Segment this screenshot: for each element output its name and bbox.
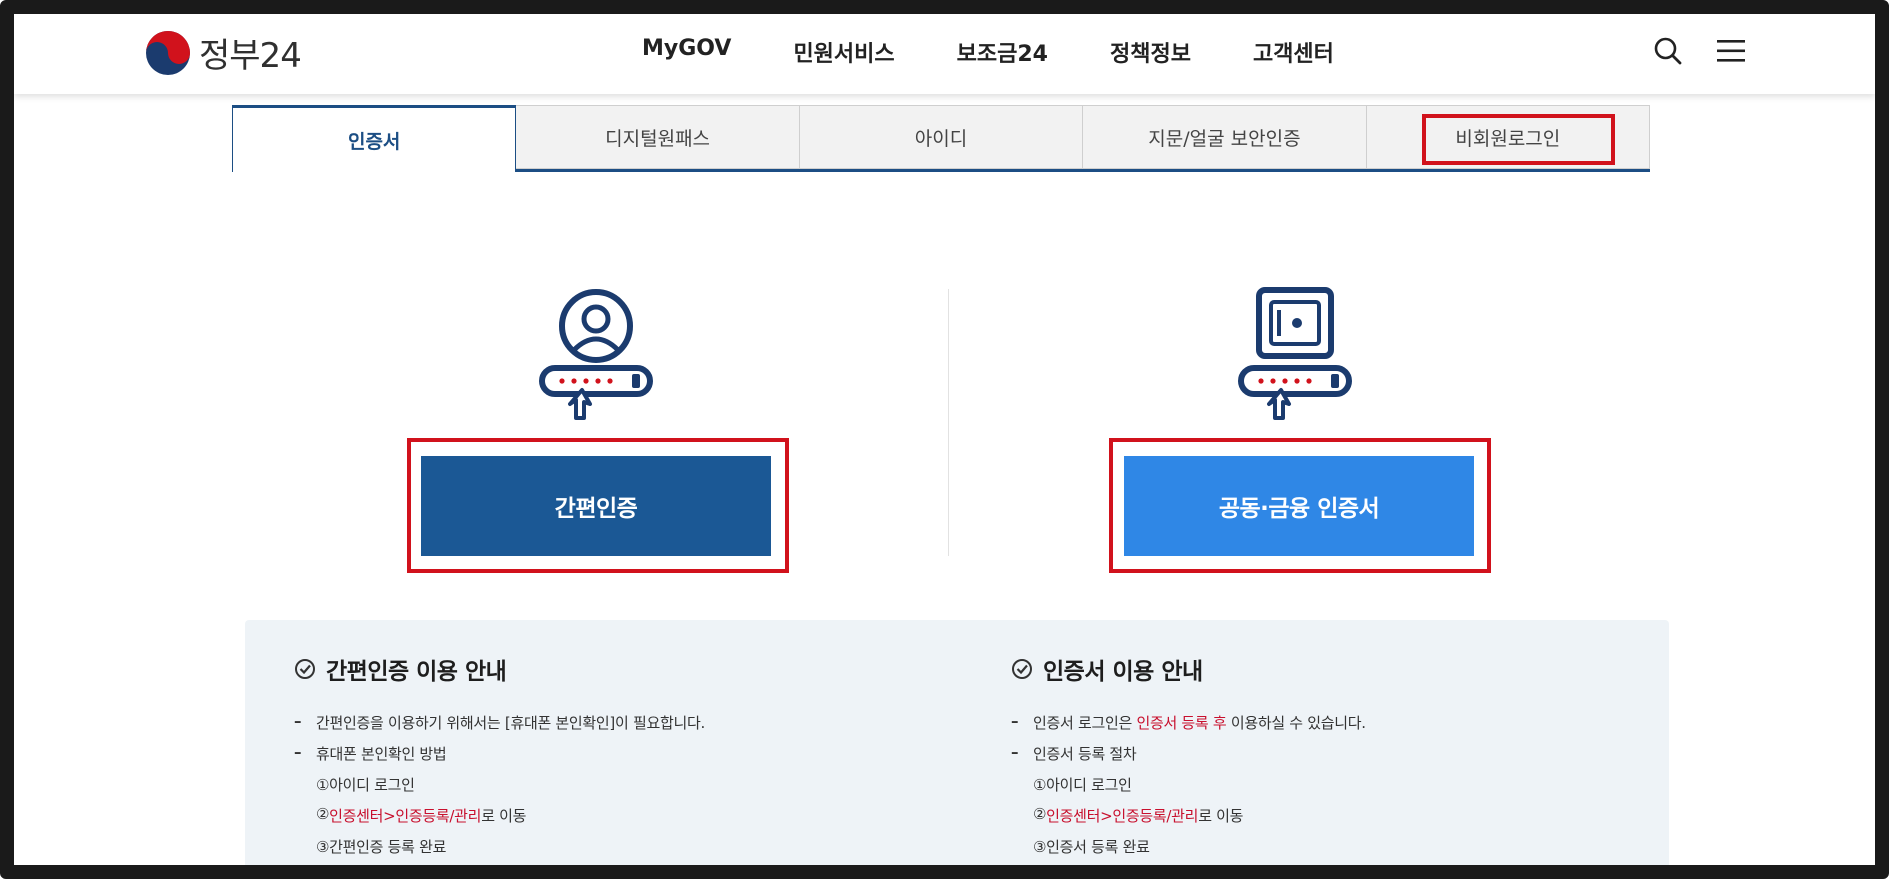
search-icon[interactable]: [1653, 36, 1683, 66]
tab-biometric-auth[interactable]: 지문/얼굴 보안인증: [1083, 105, 1367, 169]
info-line: – 아래와 같은 간편인증서비스를 지원합니다.: [294, 867, 934, 879]
tab-digital-onepass[interactable]: 디지털원패스: [516, 105, 800, 169]
info-text: ②: [1033, 805, 1047, 823]
info-text: ③인증서 등록 완료: [1033, 838, 1150, 856]
safe-password-icon: [1238, 287, 1352, 420]
global-nav: MyGOV 민원서비스 보조금24 정책정보 고객센터: [642, 36, 1334, 68]
taegeuk-logo-icon: [146, 30, 190, 75]
dash-bullet: –: [294, 712, 302, 730]
cert-center-link[interactable]: 인증센터>인증등록/관리: [1046, 805, 1198, 826]
dash-bullet: –: [294, 867, 302, 879]
info-text: 아래와 같은 간편인증서비스를 지원합니다.: [316, 869, 577, 879]
info-highlight-text: 인증서 등록 후: [1136, 714, 1227, 732]
header-utilities: [1653, 36, 1745, 66]
check-circle-icon: [1012, 659, 1032, 679]
menu-icon[interactable]: [1717, 38, 1745, 64]
simple-auth-button[interactable]: 간편인증: [421, 456, 771, 556]
info-step: ①아이디 로그인: [1011, 774, 1651, 805]
info-text: 이용하실 수 있습니다.: [1226, 714, 1366, 732]
info-step: ② 인증센터>인증등록/관리 로 이동: [1011, 805, 1651, 836]
info-text: 간편인증을 이용하기 위해서는 [휴대폰 본인확인]이 필요합니다.: [316, 714, 705, 732]
simple-auth-info: 간편인증 이용 안내 – 간편인증을 이용하기 위해서는 [휴대폰 본인확인]이 …: [294, 652, 934, 879]
info-line: – 인증서는 가까운 은행, 우체국, 증권사에서 인터넷뱅킹, 증권거래용 인증…: [1011, 867, 1651, 879]
site-header: 정부24 MyGOV 민원서비스 보조금24 정책정보 고객센터: [14, 14, 1875, 94]
dash-bullet: –: [1011, 867, 1019, 879]
info-text: ①아이디 로그인: [1033, 776, 1132, 794]
browser-frame: 정부24 MyGOV 민원서비스 보조금24 정책정보 고객센터 인증서 디지털…: [0, 0, 1889, 879]
user-password-icon: [539, 289, 653, 420]
info-text: 인증서 로그인은: [1033, 714, 1137, 732]
dash-bullet: –: [1011, 712, 1019, 730]
info-text: 로 이동: [1198, 807, 1244, 825]
simple-auth-info-title: 간편인증 이용 안내: [326, 659, 507, 685]
cert-info-title: 인증서 이용 안내: [1043, 659, 1203, 685]
info-text: 로 이동: [481, 807, 527, 825]
nav-customer-center[interactable]: 고객센터: [1253, 36, 1334, 68]
simple-auth-info-heading: 간편인증 이용 안내: [294, 652, 934, 686]
nav-policy-info[interactable]: 정책정보: [1110, 36, 1191, 68]
cert-center-link[interactable]: 인증센터>인증등록/관리: [329, 805, 481, 826]
info-line: – 휴대폰 본인확인 방법: [294, 743, 934, 774]
info-text: 인증서는 가까운 은행, 우체국, 증권사에서 인터넷뱅킹, 증권거래용 인증서…: [1033, 869, 1497, 879]
nav-civil-service[interactable]: 민원서비스: [793, 36, 894, 68]
tab-certificate[interactable]: 인증서: [232, 105, 517, 172]
info-step: ③인증서 등록 완료: [1011, 836, 1651, 865]
info-text: ②: [316, 805, 330, 823]
logo-text: 정부24: [199, 36, 302, 76]
usage-info-panel: 간편인증 이용 안내 – 간편인증을 이용하기 위해서는 [휴대폰 본인확인]이 …: [245, 620, 1669, 879]
tab-id[interactable]: 아이디: [799, 105, 1084, 169]
info-line: – 간편인증을 이용하기 위해서는 [휴대폰 본인확인]이 필요합니다.: [294, 712, 934, 743]
nav-mygov[interactable]: MyGOV: [642, 36, 731, 68]
info-text: 인증서 등록 절차: [1033, 745, 1137, 763]
dash-bullet: –: [1011, 743, 1019, 761]
dash-bullet: –: [294, 743, 302, 761]
check-circle-icon: [295, 659, 315, 679]
cert-info-heading: 인증서 이용 안내: [1011, 652, 1651, 686]
info-text: ③간편인증 등록 완료: [316, 838, 447, 856]
joint-financial-cert-button[interactable]: 공동·금융 인증서: [1124, 456, 1474, 556]
options-divider: [948, 289, 949, 556]
nav-subsidy24[interactable]: 보조금24: [957, 36, 1048, 68]
info-line: – 인증서 등록 절차: [1011, 743, 1651, 774]
cert-info: 인증서 이용 안내 – 인증서 로그인은 인증서 등록 후 이용하실 수 있습니…: [1011, 652, 1651, 879]
info-step: ② 인증센터>인증등록/관리 로 이동: [294, 805, 934, 836]
info-line: – 인증서 로그인은 인증서 등록 후 이용하실 수 있습니다.: [1011, 712, 1651, 743]
info-text: ①아이디 로그인: [316, 776, 415, 794]
highlight-box-guest-login-tab: [1422, 114, 1615, 165]
info-step: ③간편인증 등록 완료: [294, 836, 934, 865]
info-step: ①아이디 로그인: [294, 774, 934, 805]
site-logo[interactable]: 정부24: [145, 28, 302, 77]
info-text: 휴대폰 본인확인 방법: [316, 745, 447, 763]
